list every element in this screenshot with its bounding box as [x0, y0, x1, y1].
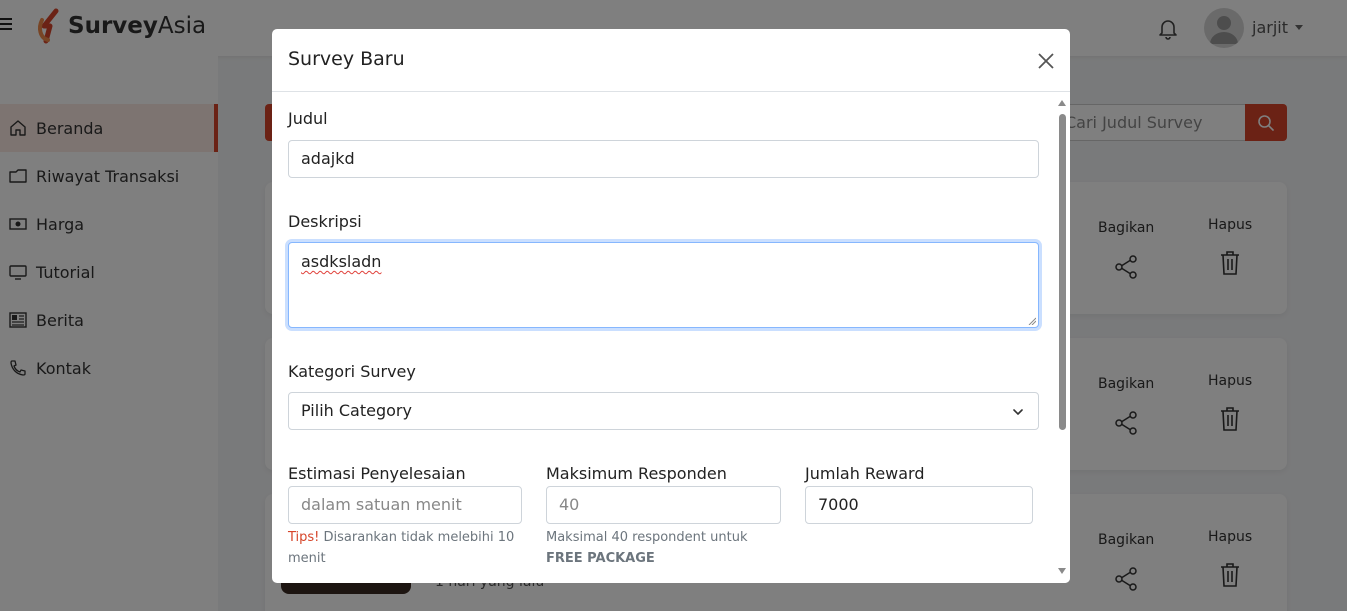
scroll-up-arrow-icon[interactable]: [1058, 100, 1066, 106]
kategori-label: Kategori Survey: [288, 362, 416, 381]
scroll-down-arrow-icon[interactable]: [1058, 568, 1066, 574]
maksimum-hint: Maksimal 40 respondent untuk FREE PACKAGE: [546, 530, 748, 566]
modal-header: Survey Baru: [272, 29, 1070, 92]
estimasi-label: Estimasi Penyelesaian: [288, 464, 466, 483]
close-icon[interactable]: [1036, 51, 1056, 71]
reward-label: Jumlah Reward: [805, 464, 925, 483]
deskripsi-label: Deskripsi: [288, 212, 362, 231]
resize-grip-icon[interactable]: [1028, 317, 1036, 325]
deskripsi-textarea[interactable]: asdksladn: [288, 242, 1039, 328]
scroll-thumb[interactable]: [1059, 114, 1066, 430]
kategori-select[interactable]: Pilih Category: [288, 392, 1039, 430]
judul-label: Judul: [288, 109, 328, 128]
modal-title: Survey Baru: [288, 48, 405, 70]
chevron-down-icon: [1013, 409, 1023, 415]
estimasi-input[interactable]: dalam satuan menit: [288, 486, 522, 524]
judul-input[interactable]: adajkd: [288, 140, 1039, 178]
modal-scrollbar[interactable]: [1055, 92, 1070, 583]
maksimum-input[interactable]: 40: [546, 486, 781, 524]
new-survey-modal: Survey Baru Judul adajkd Deskripsi asdks…: [272, 29, 1070, 583]
reward-input[interactable]: 7000: [805, 486, 1033, 524]
modal-body: Judul adajkd Deskripsi asdksladn Kategor…: [272, 92, 1070, 583]
estimasi-hint: Tips! Disarankan tidak melebihi 10 menit: [288, 530, 515, 566]
maksimum-label: Maksimum Responden: [546, 464, 727, 483]
